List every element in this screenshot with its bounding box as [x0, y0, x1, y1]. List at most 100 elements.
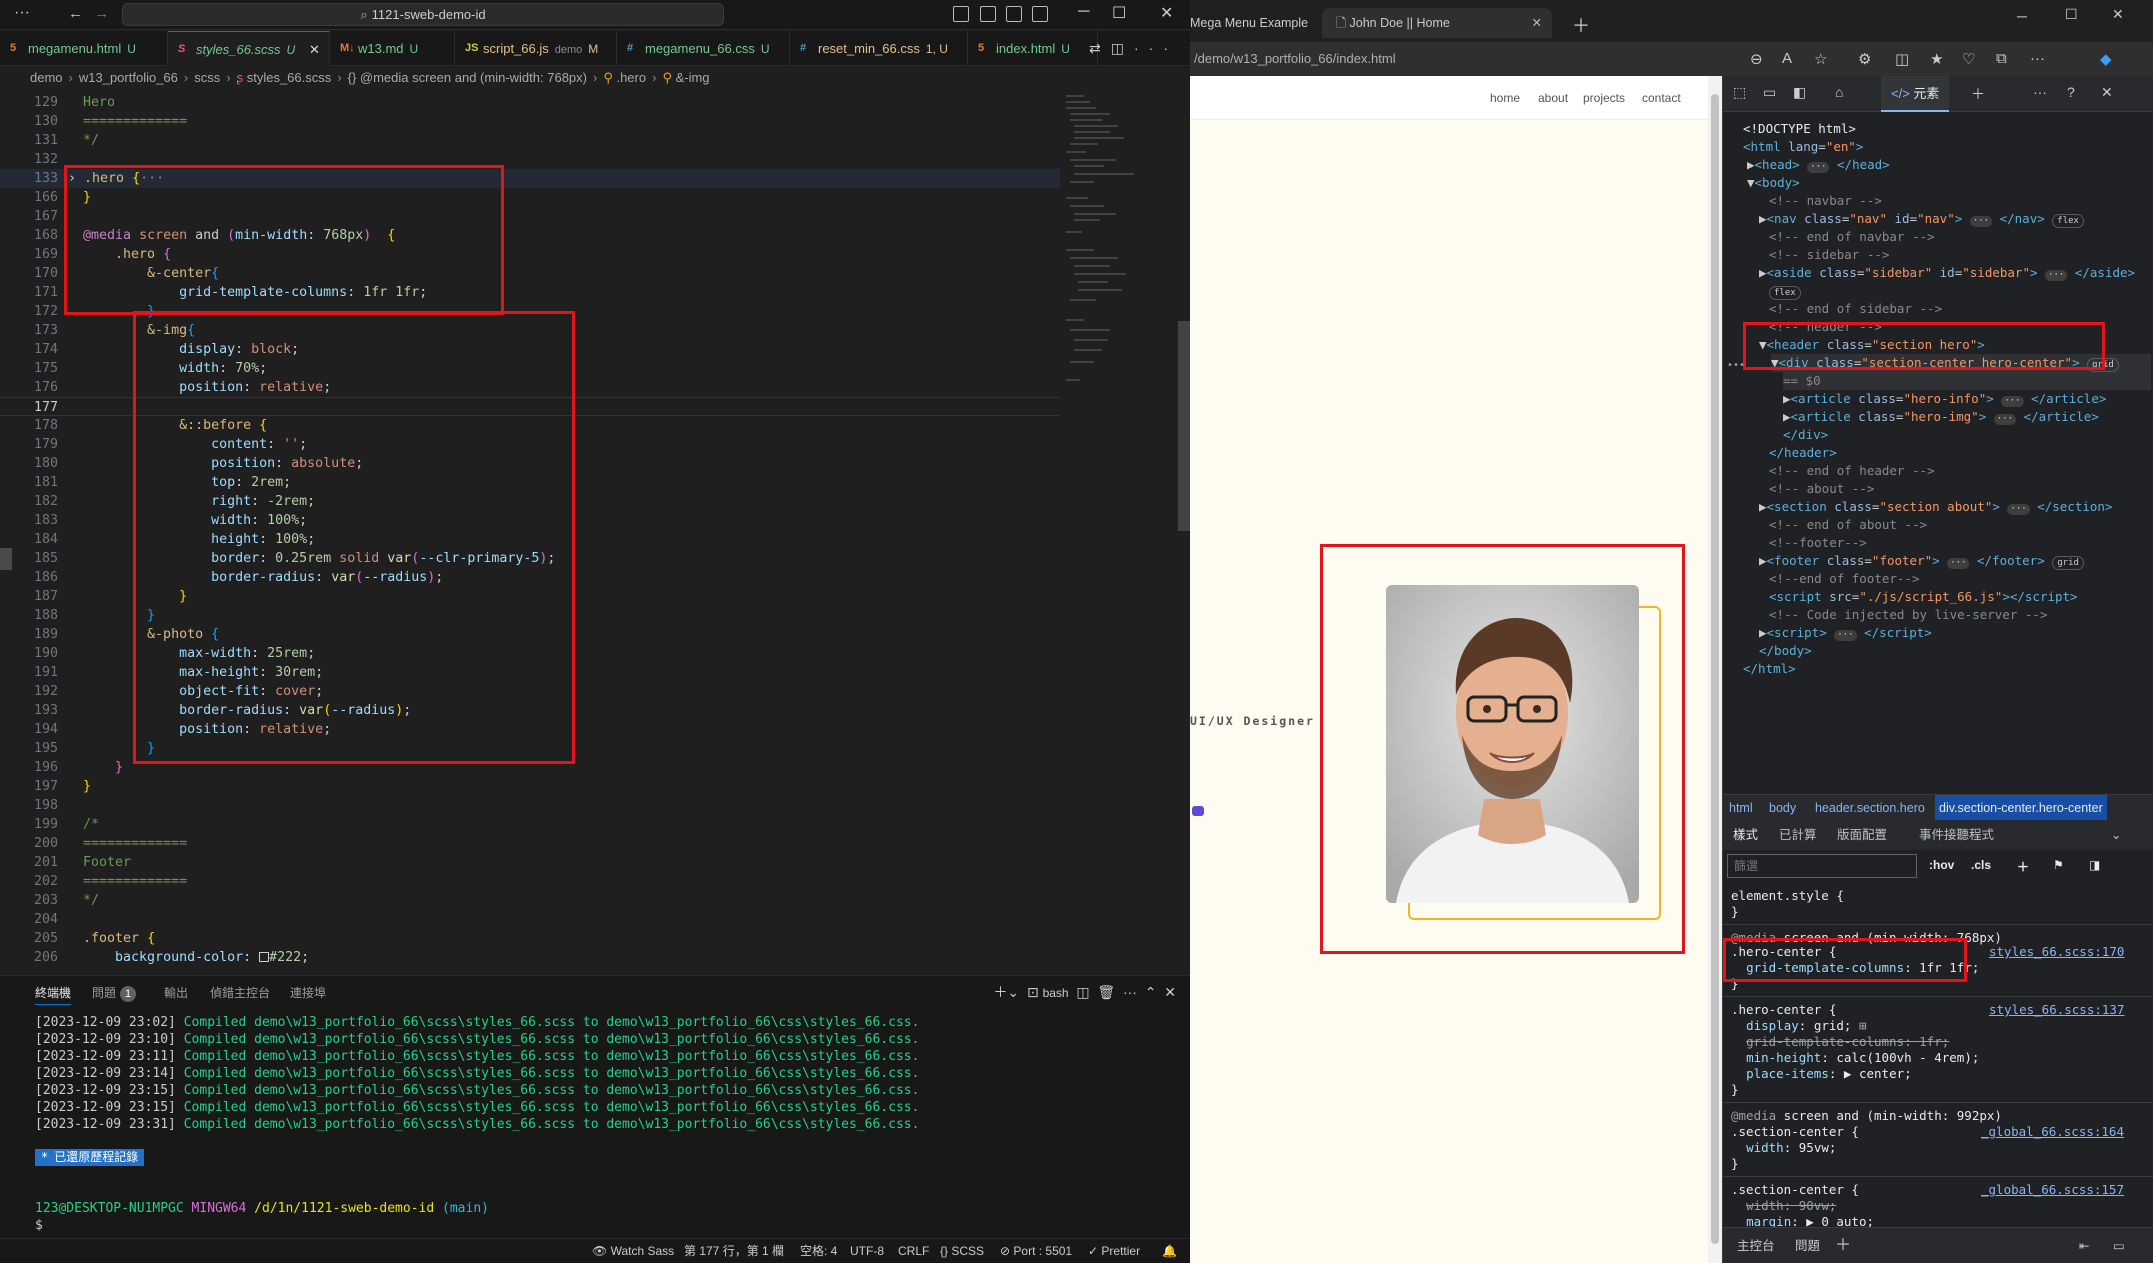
bell-icon[interactable]: 🔔: [1162, 1239, 1177, 1263]
extensions-icon[interactable]: ⚙: [1858, 50, 1871, 68]
breadcrumb-item[interactable]: &-img: [676, 70, 710, 85]
copilot-icon[interactable]: ◆: [2100, 50, 2112, 68]
favorites-icon[interactable]: ★: [1930, 50, 1943, 68]
drawer-tab-console[interactable]: 主控台: [1737, 1228, 1775, 1263]
maximize-panel-icon[interactable]: ⌃: [1145, 984, 1157, 1000]
customize-layout-icon[interactable]: [1032, 6, 1048, 22]
dock-icon[interactable]: ◧: [1793, 84, 1806, 101]
code-editor[interactable]: 129 Hero 130 ============= 131 */ 132 133 › …: [0, 89, 1190, 974]
more-icon[interactable]: ···: [1123, 984, 1137, 1000]
menu-icon[interactable]: ···: [14, 4, 30, 22]
breadcrumb-item[interactable]: styles_66.scss: [247, 70, 332, 85]
panel-tab-output[interactable]: 輸出: [164, 984, 188, 1001]
line-ending[interactable]: CRLF: [898, 1239, 929, 1263]
maximize-icon[interactable]: ☐: [2065, 6, 2078, 23]
node-options-icon[interactable]: •••: [1727, 360, 1745, 371]
close-drawer-icon[interactable]: ▭: [2113, 1228, 2125, 1263]
add-drawer-tab-icon[interactable]: ＋: [1835, 1228, 1851, 1263]
encoding[interactable]: UTF-8: [850, 1239, 884, 1263]
add-terminal-icon[interactable]: ＋⌄: [993, 984, 1019, 1000]
tab-computed[interactable]: 已計算: [1779, 820, 1817, 850]
trash-icon[interactable]: 🗑: [1097, 984, 1115, 1000]
styles-filter-input[interactable]: [1727, 854, 1917, 878]
social-icon[interactable]: [1192, 806, 1204, 816]
live-server-port[interactable]: ⊘ Port : 5501: [1000, 1239, 1072, 1263]
paint-icon[interactable]: ⚑: [2053, 858, 2064, 872]
command-center-search[interactable]: ⌕ 1121-sweb-demo-id: [122, 3, 724, 26]
minimize-icon[interactable]: ─: [2017, 8, 2027, 24]
split-screen-icon[interactable]: ◫: [1895, 50, 1909, 68]
language-mode[interactable]: {} SCSS: [940, 1239, 984, 1263]
breadcrumb-item[interactable]: scss: [194, 70, 220, 85]
drawer-tab-issues[interactable]: 問題: [1795, 1228, 1820, 1263]
tab-elements[interactable]: </> 元素: [1881, 76, 1950, 112]
close-tab-icon[interactable]: ✕: [1532, 8, 1542, 38]
tab-w13-md[interactable]: M↓ w13.md U: [330, 31, 455, 66]
browser-essentials-icon[interactable]: ♡: [1962, 50, 1975, 68]
hov-button[interactable]: :hov: [1929, 858, 1954, 872]
minimize-icon[interactable]: ─: [1078, 3, 1089, 21]
chevron-down-icon[interactable]: ⌄: [2111, 820, 2121, 850]
page-scrollbar[interactable]: [1708, 76, 1722, 1263]
tab-styles[interactable]: 樣式: [1733, 820, 1759, 852]
breadcrumb-item[interactable]: demo: [30, 70, 63, 85]
nav-link-contact[interactable]: contact: [1642, 91, 1681, 105]
prettier-status[interactable]: ✓ Prettier: [1088, 1239, 1140, 1263]
breadcrumb-item[interactable]: .hero: [616, 70, 646, 85]
editor-actions-icon[interactable]: ⇄◫···: [1089, 40, 1178, 57]
dom-tree[interactable]: <!DOCTYPE html> <html lang="en"> ▶<head>…: [1723, 112, 2153, 794]
tab-layout[interactable]: 版面配置: [1837, 820, 1887, 850]
help-icon[interactable]: ?: [2067, 84, 2075, 100]
dom-crumb-html[interactable]: html: [1729, 795, 1753, 821]
breadcrumb-item[interactable]: w13_portfolio_66: [79, 70, 178, 85]
dom-crumb-hero-center[interactable]: div.section-center.hero-center: [1935, 795, 2107, 821]
tab-reset-css[interactable]: # reset_min_66.css 1, U: [790, 31, 968, 66]
forward-arrow-icon[interactable]: →: [94, 5, 109, 22]
panel-tab-debug-console[interactable]: 偵錯主控台: [210, 984, 270, 1001]
url-field[interactable]: /demo/w13_portfolio_66/index.html: [1194, 48, 1396, 70]
watch-sass-button[interactable]: 👁 Watch Sass: [592, 1239, 674, 1263]
toggle-sidebar-icon[interactable]: [953, 6, 969, 22]
panel-tab-terminal[interactable]: 終端機: [35, 984, 72, 1005]
terminal-shell-name[interactable]: bash: [1043, 986, 1069, 1000]
editor-scrollbar[interactable]: [1178, 321, 1190, 531]
close-window-icon[interactable]: ✕: [1160, 3, 1173, 23]
terminal-input[interactable]: $: [35, 1217, 43, 1234]
panel-tab-ports[interactable]: 連接埠: [290, 984, 326, 1001]
new-tab-icon[interactable]: ＋: [1572, 12, 1590, 38]
close-panel-icon[interactable]: ✕: [1164, 984, 1176, 1000]
minimap[interactable]: [1058, 89, 1178, 974]
computed-sidebar-icon[interactable]: ◨: [2089, 858, 2100, 872]
tab-styles-scss[interactable]: Sstyles_66.scss U ✕: [168, 31, 330, 66]
styles-pane[interactable]: element.style { } @media screen and (min…: [1723, 882, 2153, 1227]
toggle-secondary-sidebar-icon[interactable]: [1006, 6, 1022, 22]
breadcrumb-item[interactable]: {} @media screen and (min-width: 768px): [348, 70, 587, 85]
nav-link-home[interactable]: home: [1490, 91, 1520, 105]
inspect-icon[interactable]: ⬚: [1733, 84, 1746, 101]
dock-drawer-icon[interactable]: ⇤: [2079, 1228, 2089, 1263]
browser-tab-john-doe[interactable]: 🗋 John Doe || Home ✕: [1322, 8, 1552, 38]
dom-crumb-header[interactable]: header.section.hero: [1815, 795, 1925, 821]
panel-tab-problems[interactable]: 問題 1: [92, 984, 137, 1002]
add-tab-icon[interactable]: ＋: [1971, 84, 1985, 104]
tab-script-js[interactable]: JS script_66.js demo M: [455, 31, 617, 66]
nav-link-projects[interactable]: projects: [1583, 91, 1625, 105]
close-tab-icon[interactable]: ✕: [309, 32, 320, 67]
tab-event-listeners[interactable]: 事件接聽程式: [1919, 820, 1994, 850]
read-aloud-icon[interactable]: A: [1782, 50, 1792, 67]
tab-index-html[interactable]: 5 index.html U: [968, 31, 1098, 66]
more-icon[interactable]: ···: [2033, 84, 2047, 100]
nav-link-about[interactable]: about: [1538, 91, 1568, 105]
more-icon[interactable]: ···: [2030, 50, 2045, 67]
cls-button[interactable]: .cls: [1971, 858, 1991, 872]
browser-tab-mega-menu[interactable]: Mega Menu Example: [1190, 8, 1320, 38]
tab-megamenu-html[interactable]: 5 megamenu.html U: [0, 31, 168, 66]
tab-megamenu-css[interactable]: # megamenu_66.css U: [617, 31, 790, 66]
collections-icon[interactable]: ⧉: [1996, 50, 2007, 67]
zoom-icon[interactable]: ⊖: [1750, 50, 1763, 68]
split-terminal-icon[interactable]: ◫: [1076, 984, 1089, 1000]
dom-crumb-body[interactable]: body: [1769, 795, 1796, 821]
favorite-icon[interactable]: ☆: [1814, 50, 1827, 68]
toggle-panel-icon[interactable]: [980, 6, 996, 22]
home-icon[interactable]: ⌂: [1835, 84, 1843, 100]
